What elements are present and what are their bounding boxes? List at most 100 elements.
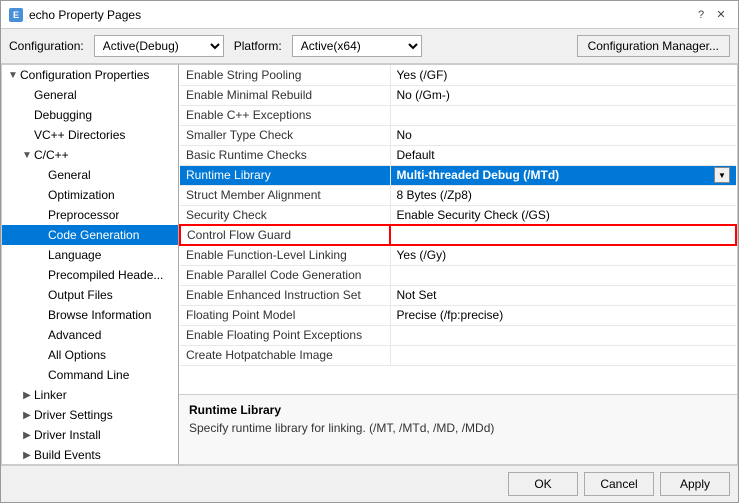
configuration-select[interactable]: Active(Debug) bbox=[94, 35, 224, 57]
table-row[interactable]: Struct Member Alignment 8 Bytes (/Zp8) bbox=[180, 185, 736, 205]
cancel-button[interactable]: Cancel bbox=[584, 472, 654, 496]
description-text: Specify runtime library for linking. (/M… bbox=[189, 421, 727, 435]
tree-label: C/C++ bbox=[34, 148, 69, 162]
table-row[interactable]: Enable C++ Exceptions bbox=[180, 105, 736, 125]
table-row[interactable]: Enable Enhanced Instruction Set Not Set bbox=[180, 285, 736, 305]
property-value bbox=[390, 345, 736, 365]
echo-property-pages-dialog: E echo Property Pages ? ✕ Configuration:… bbox=[0, 0, 739, 503]
tree-label: All Options bbox=[48, 348, 106, 362]
tree-label: Driver Settings bbox=[34, 408, 113, 422]
table-row[interactable]: Create Hotpatchable Image bbox=[180, 345, 736, 365]
window-controls: ? ✕ bbox=[692, 6, 730, 24]
runtime-library-value: Multi-threaded Debug (/MTd) bbox=[397, 168, 560, 182]
expand-icon: ▼ bbox=[20, 150, 34, 161]
table-row[interactable]: Enable Minimal Rebuild No (/Gm-) bbox=[180, 85, 736, 105]
table-row[interactable]: Enable Floating Point Exceptions bbox=[180, 325, 736, 345]
tree-item-linker[interactable]: ▶ Linker bbox=[2, 385, 178, 405]
property-name: Create Hotpatchable Image bbox=[180, 345, 390, 365]
tree-item-output-files[interactable]: Output Files bbox=[2, 285, 178, 305]
table-row[interactable]: Enable Parallel Code Generation bbox=[180, 265, 736, 285]
property-value: No (/Gm-) bbox=[390, 85, 736, 105]
apply-button[interactable]: Apply bbox=[660, 472, 730, 496]
property-value bbox=[390, 105, 736, 125]
property-value bbox=[390, 225, 736, 245]
tree-label: Debugging bbox=[34, 108, 92, 122]
property-name: Struct Member Alignment bbox=[180, 185, 390, 205]
description-panel: Runtime Library Specify runtime library … bbox=[179, 394, 737, 464]
tree-item-advanced[interactable]: Advanced bbox=[2, 325, 178, 345]
tree-item-vc-directories[interactable]: VC++ Directories bbox=[2, 125, 178, 145]
property-value bbox=[390, 325, 736, 345]
property-name: Enable String Pooling bbox=[180, 65, 390, 85]
table-row-control-flow[interactable]: Control Flow Guard bbox=[180, 225, 736, 245]
tree-label: Language bbox=[48, 248, 101, 262]
platform-select[interactable]: Active(x64) bbox=[292, 35, 422, 57]
ok-button[interactable]: OK bbox=[508, 472, 578, 496]
property-name: Enable C++ Exceptions bbox=[180, 105, 390, 125]
tree-item-driver-settings[interactable]: ▶ Driver Settings bbox=[2, 405, 178, 425]
tree-label: Linker bbox=[34, 388, 67, 402]
property-name: Enable Function-Level Linking bbox=[180, 245, 390, 265]
tree-label: Precompiled Heade... bbox=[48, 268, 163, 282]
tree-item-config-properties[interactable]: ▼ Configuration Properties bbox=[2, 65, 178, 85]
runtime-library-dropdown[interactable]: ▼ bbox=[714, 167, 730, 183]
tree-label: Configuration Properties bbox=[20, 68, 149, 82]
config-bar: Configuration: Active(Debug) Platform: A… bbox=[1, 29, 738, 64]
tree-item-preprocessor[interactable]: Preprocessor bbox=[2, 205, 178, 225]
property-value: Precise (/fp:precise) bbox=[390, 305, 736, 325]
property-table[interactable]: Enable String Pooling Yes (/GF) Enable M… bbox=[179, 65, 737, 394]
configuration-manager-button[interactable]: Configuration Manager... bbox=[577, 35, 730, 57]
tree-item-debugging[interactable]: Debugging bbox=[2, 105, 178, 125]
table-row-runtime-library[interactable]: Runtime Library Multi-threaded Debug (/M… bbox=[180, 165, 736, 185]
property-name: Smaller Type Check bbox=[180, 125, 390, 145]
tree-item-all-options[interactable]: All Options bbox=[2, 345, 178, 365]
property-value: No bbox=[390, 125, 736, 145]
tree-label: Code Generation bbox=[48, 228, 139, 242]
property-name: Enable Minimal Rebuild bbox=[180, 85, 390, 105]
property-value: Not Set bbox=[390, 285, 736, 305]
table-row[interactable]: Enable Function-Level Linking Yes (/Gy) bbox=[180, 245, 736, 265]
property-name: Runtime Library bbox=[180, 165, 390, 185]
main-content: ▼ Configuration Properties General Debug… bbox=[1, 64, 738, 465]
expand-icon: ▶ bbox=[20, 410, 34, 421]
table-row[interactable]: Smaller Type Check No bbox=[180, 125, 736, 145]
tree-item-build-events[interactable]: ▶ Build Events bbox=[2, 445, 178, 464]
tree-item-command-line[interactable]: Command Line bbox=[2, 365, 178, 385]
table-row[interactable]: Security Check Enable Security Check (/G… bbox=[180, 205, 736, 225]
table-row[interactable]: Basic Runtime Checks Default bbox=[180, 145, 736, 165]
table-row[interactable]: Floating Point Model Precise (/fp:precis… bbox=[180, 305, 736, 325]
tree-item-driver-install[interactable]: ▶ Driver Install bbox=[2, 425, 178, 445]
tree-item-cpp[interactable]: ▼ C/C++ bbox=[2, 145, 178, 165]
property-value bbox=[390, 265, 736, 285]
tree-item-precompiled-headers[interactable]: Precompiled Heade... bbox=[2, 265, 178, 285]
tree-label: Driver Install bbox=[34, 428, 101, 442]
tree-label: General bbox=[48, 168, 91, 182]
property-name: Basic Runtime Checks bbox=[180, 145, 390, 165]
tree-label: Optimization bbox=[48, 188, 115, 202]
property-name: Security Check bbox=[180, 205, 390, 225]
tree-item-browse-information[interactable]: Browse Information bbox=[2, 305, 178, 325]
property-name: Enable Parallel Code Generation bbox=[180, 265, 390, 285]
property-name: Control Flow Guard bbox=[180, 225, 390, 245]
property-value: Yes (/Gy) bbox=[390, 245, 736, 265]
close-button[interactable]: ✕ bbox=[712, 6, 730, 24]
tree-label: Preprocessor bbox=[48, 208, 119, 222]
help-button[interactable]: ? bbox=[692, 6, 710, 24]
tree-scroll-area[interactable]: ▼ Configuration Properties General Debug… bbox=[2, 65, 178, 464]
expand-icon: ▶ bbox=[20, 430, 34, 441]
tree-item-cpp-general[interactable]: General bbox=[2, 165, 178, 185]
tree-item-language[interactable]: Language bbox=[2, 245, 178, 265]
property-value: Enable Security Check (/GS) bbox=[390, 205, 736, 225]
tree-item-code-generation[interactable]: Code Generation bbox=[2, 225, 178, 245]
property-name: Enable Floating Point Exceptions bbox=[180, 325, 390, 345]
property-panel: Enable String Pooling Yes (/GF) Enable M… bbox=[179, 64, 738, 465]
properties-table: Enable String Pooling Yes (/GF) Enable M… bbox=[179, 65, 737, 366]
property-value: Yes (/GF) bbox=[390, 65, 736, 85]
tree-label: Output Files bbox=[48, 288, 113, 302]
tree-item-general[interactable]: General bbox=[2, 85, 178, 105]
table-row[interactable]: Enable String Pooling Yes (/GF) bbox=[180, 65, 736, 85]
tree-label: Browse Information bbox=[48, 308, 151, 322]
property-value: Default bbox=[390, 145, 736, 165]
tree-item-optimization[interactable]: Optimization bbox=[2, 185, 178, 205]
title-bar: E echo Property Pages ? ✕ bbox=[1, 1, 738, 29]
